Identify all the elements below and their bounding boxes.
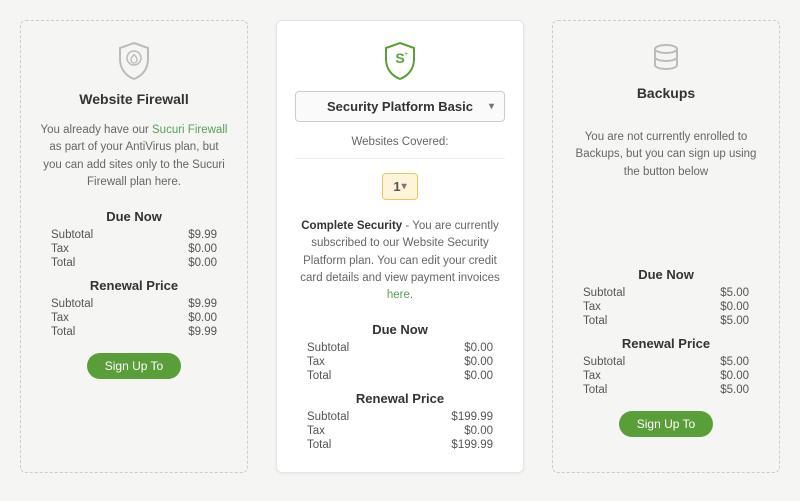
total-value: $9.99 xyxy=(188,326,217,338)
platform-renewal-title: Renewal Price xyxy=(295,391,505,406)
table-row: Tax $0.00 xyxy=(39,242,229,256)
table-row: Total $0.00 xyxy=(39,256,229,270)
table-row: Total $5.00 xyxy=(571,383,761,397)
tax-value: $0.00 xyxy=(188,243,217,255)
table-row: Subtotal $199.99 xyxy=(295,410,505,424)
subtotal-value: $5.00 xyxy=(720,356,749,368)
backups-card: Backups You are not currently enrolled t… xyxy=(552,20,780,473)
tax-value: $0.00 xyxy=(188,312,217,324)
table-row: Tax $0.00 xyxy=(295,355,505,369)
platform-desc-strong: Complete Security xyxy=(301,220,402,232)
total-value: $0.00 xyxy=(188,257,217,269)
table-row: Tax $0.00 xyxy=(571,300,761,314)
total-value: $199.99 xyxy=(451,439,493,451)
firewall-renewal-title: Renewal Price xyxy=(39,278,229,293)
tax-label: Tax xyxy=(51,243,69,255)
backups-description: You are not currently enrolled to Backup… xyxy=(571,129,761,181)
tax-value: $0.00 xyxy=(464,425,493,437)
table-row: Total $199.99 xyxy=(295,438,505,452)
tax-label: Tax xyxy=(307,425,325,437)
quantity-value: 1 xyxy=(393,179,400,194)
subtotal-label: Subtotal xyxy=(307,411,349,423)
tax-label: Tax xyxy=(583,301,601,313)
firewall-title: Website Firewall xyxy=(39,91,229,107)
tax-value: $0.00 xyxy=(720,370,749,382)
table-row: Total $9.99 xyxy=(39,325,229,339)
svg-text:+: + xyxy=(404,51,408,58)
chevron-down-icon: ▾ xyxy=(402,181,407,192)
tax-value: $0.00 xyxy=(464,356,493,368)
chevron-down-icon: ▾ xyxy=(489,101,494,112)
table-row: Tax $0.00 xyxy=(295,424,505,438)
backups-due-now-title: Due Now xyxy=(571,267,761,282)
table-row: Subtotal $9.99 xyxy=(39,297,229,311)
firewall-shield-icon xyxy=(39,41,229,81)
tax-label: Tax xyxy=(583,370,601,382)
table-row: Subtotal $5.00 xyxy=(571,355,761,369)
platform-due-now-title: Due Now xyxy=(295,322,505,337)
table-row: Subtotal $5.00 xyxy=(571,286,761,300)
subtotal-value: $5.00 xyxy=(720,287,749,299)
subtotal-label: Subtotal xyxy=(51,229,93,241)
subtotal-label: Subtotal xyxy=(583,356,625,368)
backups-renewal-title: Renewal Price xyxy=(571,336,761,351)
backups-database-icon xyxy=(571,41,761,75)
plans-container: Website Firewall You already have our Su… xyxy=(20,20,780,473)
total-label: Total xyxy=(51,326,75,338)
sucuri-firewall-link[interactable]: Sucuri Firewall xyxy=(152,124,227,136)
subtotal-label: Subtotal xyxy=(51,298,93,310)
platform-shield-icon: S+ xyxy=(295,41,505,81)
backups-signup-button[interactable]: Sign Up To xyxy=(619,411,713,437)
total-value: $5.00 xyxy=(720,315,749,327)
total-label: Total xyxy=(307,370,331,382)
table-row: Subtotal $0.00 xyxy=(295,341,505,355)
table-row: Tax $0.00 xyxy=(39,311,229,325)
total-label: Total xyxy=(583,384,607,396)
firewall-card: Website Firewall You already have our Su… xyxy=(20,20,248,473)
table-row: Subtotal $9.99 xyxy=(39,228,229,242)
divider xyxy=(295,158,505,159)
platform-description: Complete Security - You are currently su… xyxy=(295,218,505,304)
table-row: Total $0.00 xyxy=(295,369,505,383)
total-value: $5.00 xyxy=(720,384,749,396)
tax-label: Tax xyxy=(307,356,325,368)
invoices-here-link[interactable]: here xyxy=(387,289,410,301)
total-label: Total xyxy=(583,315,607,327)
subtotal-label: Subtotal xyxy=(307,342,349,354)
subtotal-value: $9.99 xyxy=(188,298,217,310)
table-row: Tax $0.00 xyxy=(571,369,761,383)
subtotal-value: $0.00 xyxy=(464,342,493,354)
platform-desc-post: . xyxy=(410,289,413,301)
firewall-signup-button[interactable]: Sign Up To xyxy=(87,353,181,379)
subtotal-value: $199.99 xyxy=(451,411,493,423)
backups-title: Backups xyxy=(571,85,761,101)
websites-covered-label: Websites Covered: xyxy=(295,136,505,148)
firewall-description: You already have our Sucuri Firewall as … xyxy=(39,122,229,191)
tax-label: Tax xyxy=(51,312,69,324)
websites-quantity-select[interactable]: 1 ▾ xyxy=(382,173,417,200)
firewall-desc-post: as part of your AntiVirus plan, but you … xyxy=(43,141,225,188)
plan-select[interactable]: Security Platform Basic ▾ xyxy=(295,91,505,122)
subtotal-label: Subtotal xyxy=(583,287,625,299)
spacer xyxy=(571,199,761,259)
firewall-due-now-title: Due Now xyxy=(39,209,229,224)
total-label: Total xyxy=(307,439,331,451)
table-row: Total $5.00 xyxy=(571,314,761,328)
plan-select-label: Security Platform Basic xyxy=(327,99,473,114)
platform-card: S+ Security Platform Basic ▾ Websites Co… xyxy=(276,20,524,473)
total-label: Total xyxy=(51,257,75,269)
tax-value: $0.00 xyxy=(720,301,749,313)
subtotal-value: $9.99 xyxy=(188,229,217,241)
firewall-desc-pre: You already have our xyxy=(41,124,152,136)
total-value: $0.00 xyxy=(464,370,493,382)
